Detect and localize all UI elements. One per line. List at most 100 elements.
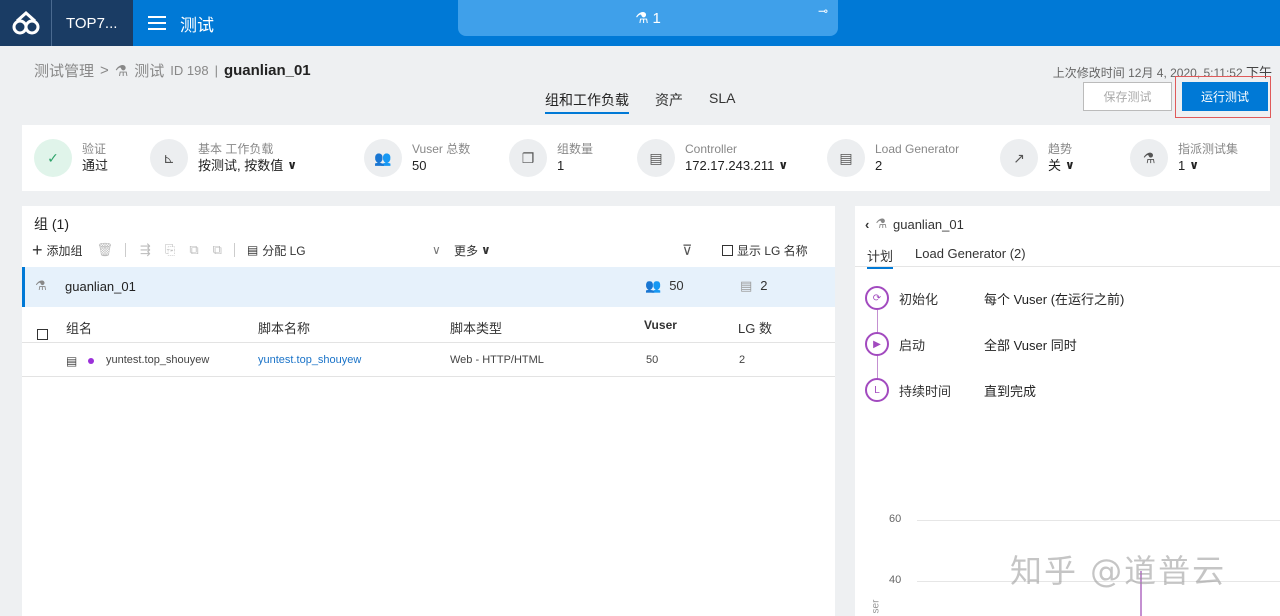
import-icon[interactable]: ⇶ [140,242,151,258]
row-script-link[interactable]: yuntest.top_shouyew [258,354,361,366]
summary-value: 通过 [82,158,109,173]
tab-groups-workload[interactable]: 组和工作负载 [545,90,629,114]
export-icon[interactable]: ⎘ [165,242,175,258]
refresh-icon: ⟳ [865,286,889,310]
script-icon: ▤ [66,354,78,368]
schedule-label: 启动 [899,337,926,353]
summary-strip: ✓ 验证 通过 ⊾ 基本 工作负载 按测试, 按数值 ∨ 👥 Vuser 总数 50 ❐… [22,125,1270,191]
groups-toolbar: + 添加组 🗑 ⇶ ⎘ ⧉ ⧉ ▤ 分配 LG ∨ 更多 ∨ ⊽ 显示 LG 名称 [32,239,822,261]
breadcrumb: 测试管理 > ⚗ 测试 ID 198 | guanlian_01 [34,60,311,81]
column-vuser[interactable]: Vuser [644,318,677,332]
summary-value: 2 [875,158,883,173]
table-row[interactable]: ▤ yuntest.top_shouyew yuntest.top_shouye… [22,343,835,377]
toolbar-divider [233,243,235,257]
detail-header: ‹ ⚗ guanlian_01 [865,216,964,232]
last-modified-label: 上次修改时间 [1052,66,1125,80]
status-dot [88,358,94,364]
summary-value: 关 [1048,158,1062,173]
schedule-value: 全部 Vuser 同时 [984,337,1077,353]
summary-value: 1 [1178,158,1186,173]
group-row[interactable]: ⚗ guanlian_01 👥 50 ▤ 2 [22,267,835,307]
group-vusers: 👥 50 [645,278,684,294]
schedule-initialize[interactable]: ⟳ 初始化 每个 Vuser (在运行之前) [865,286,1124,310]
flask-icon: ⚗ [635,10,649,27]
flask-icon: ⚗ [875,216,887,231]
summary-trend[interactable]: ↗ 趋势关 ∨ [1000,139,1075,177]
row-group-name: yuntest.top_shouyew [106,354,210,366]
trend-icon: ↗ [1000,139,1038,177]
summary-label: Vuser 总数 [412,142,471,156]
gridline [917,520,1280,521]
summary-label: 基本 工作负载 [198,142,274,156]
copy-icon[interactable]: ⧉ [189,242,198,258]
summary-label: 组数量 [557,142,594,156]
summary-label: Load Generator [875,142,960,156]
tab-sla[interactable]: SLA [709,90,735,114]
hamburger-icon [148,16,166,30]
flask-icon: ⚗ [35,278,47,293]
summary-workload[interactable]: ⊾ 基本 工作负载 按测试, 按数值 ∨ [150,139,297,177]
chevron-down-icon[interactable]: ∨ [432,243,441,257]
delete-icon[interactable]: 🗑 [97,242,114,258]
summary-value: 1 [557,158,565,173]
summary-label: 指派测试集 [1178,142,1239,156]
assign-lg-button[interactable]: ▤ 分配 LG [247,242,306,259]
schedule-label: 持续时间 [899,383,952,399]
assign-icon: ▤ [246,243,259,257]
y-axis-title: ser [870,599,882,614]
summary-value: 50 [412,158,427,173]
chevron-down-icon: ∨ [778,158,789,172]
run-test-button[interactable]: 运行测试 [1182,82,1268,111]
breadcrumb-test-name: guanlian_01 [223,62,311,79]
show-lg-names-toggle[interactable]: 显示 LG 名称 [722,242,808,259]
app-logo-area[interactable]: TOP7... [0,0,133,46]
schedule-duration[interactable]: L 持续时间 直到完成 [865,378,1036,402]
schedule-start[interactable]: ▶ 启动 全部 Vuser 同时 [865,332,1077,356]
summary-test-set[interactable]: ⚗ 指派测试集 1 ∨ [1130,139,1238,177]
top-bar: TOP7... 测试 ⚗ 1 ⊸ [0,0,1280,46]
summary-label: Controller [685,142,738,156]
filter-icon[interactable]: ⊽ [682,242,692,259]
column-script-type[interactable]: 脚本类型 [450,318,502,337]
breadcrumb-root[interactable]: 测试管理 [34,60,94,81]
server-icon: ▤ [637,139,675,177]
column-script-name[interactable]: 脚本名称 [258,318,310,337]
row-lgs: 2 [739,354,746,366]
assign-lg-label: 分配 LG [262,243,306,258]
more-menu[interactable]: 更多 ∨ [454,242,491,259]
chart-axis-icon: ⊾ [150,139,188,177]
tab-assets[interactable]: 资产 [655,90,683,114]
summary-label: 验证 [82,142,107,156]
summary-validation[interactable]: ✓ 验证 通过 [34,139,108,177]
summary-controller[interactable]: ▤ Controller 172.17.243.211 ∨ [637,139,788,177]
column-group-name[interactable]: 组名 [66,318,92,337]
logo-icon [0,0,52,46]
duplicate-icon[interactable]: ⧉ [213,242,222,258]
breadcrumb-test-label: 测试 [134,63,165,80]
breadcrumb-divider: | [214,63,218,78]
y-tick-label: 60 [889,513,902,525]
column-lg-count[interactable]: LG 数 [738,318,772,337]
toolbar-divider [125,243,127,257]
summary-label: 趋势 [1048,142,1073,156]
checkbox[interactable] [722,244,733,256]
chevron-left-icon[interactable]: ‹ [865,217,869,232]
add-group-label: 添加组 [46,243,83,258]
save-test-button[interactable]: 保存测试 [1083,82,1172,111]
run-tab[interactable]: ⚗ 1 ⊸ [458,0,838,36]
schedule-label: 初始化 [899,291,939,307]
chevron-down-icon: ∨ [481,243,491,257]
chevron-down-icon: ∨ [1065,158,1075,172]
pin-icon[interactable]: ⊸ [818,4,828,18]
groups-title: 组 (1) [34,216,69,232]
summary-vuser-total: 👥 Vuser 总数 50 [364,139,470,177]
menu-toggle[interactable]: 测试 [148,0,214,46]
row-vusers: 50 [646,354,659,366]
summary-group-count: ❐ 组数量 1 [509,139,593,177]
run-tab-label: 1 [652,9,661,27]
summary-load-generator: ▤ Load Generator 2 [827,139,959,177]
plus-icon: + [32,239,43,260]
breadcrumb-test-id: ID 198 [170,63,209,78]
breadcrumb-separator: > [100,62,109,79]
add-group-button[interactable]: + 添加组 [32,240,83,261]
